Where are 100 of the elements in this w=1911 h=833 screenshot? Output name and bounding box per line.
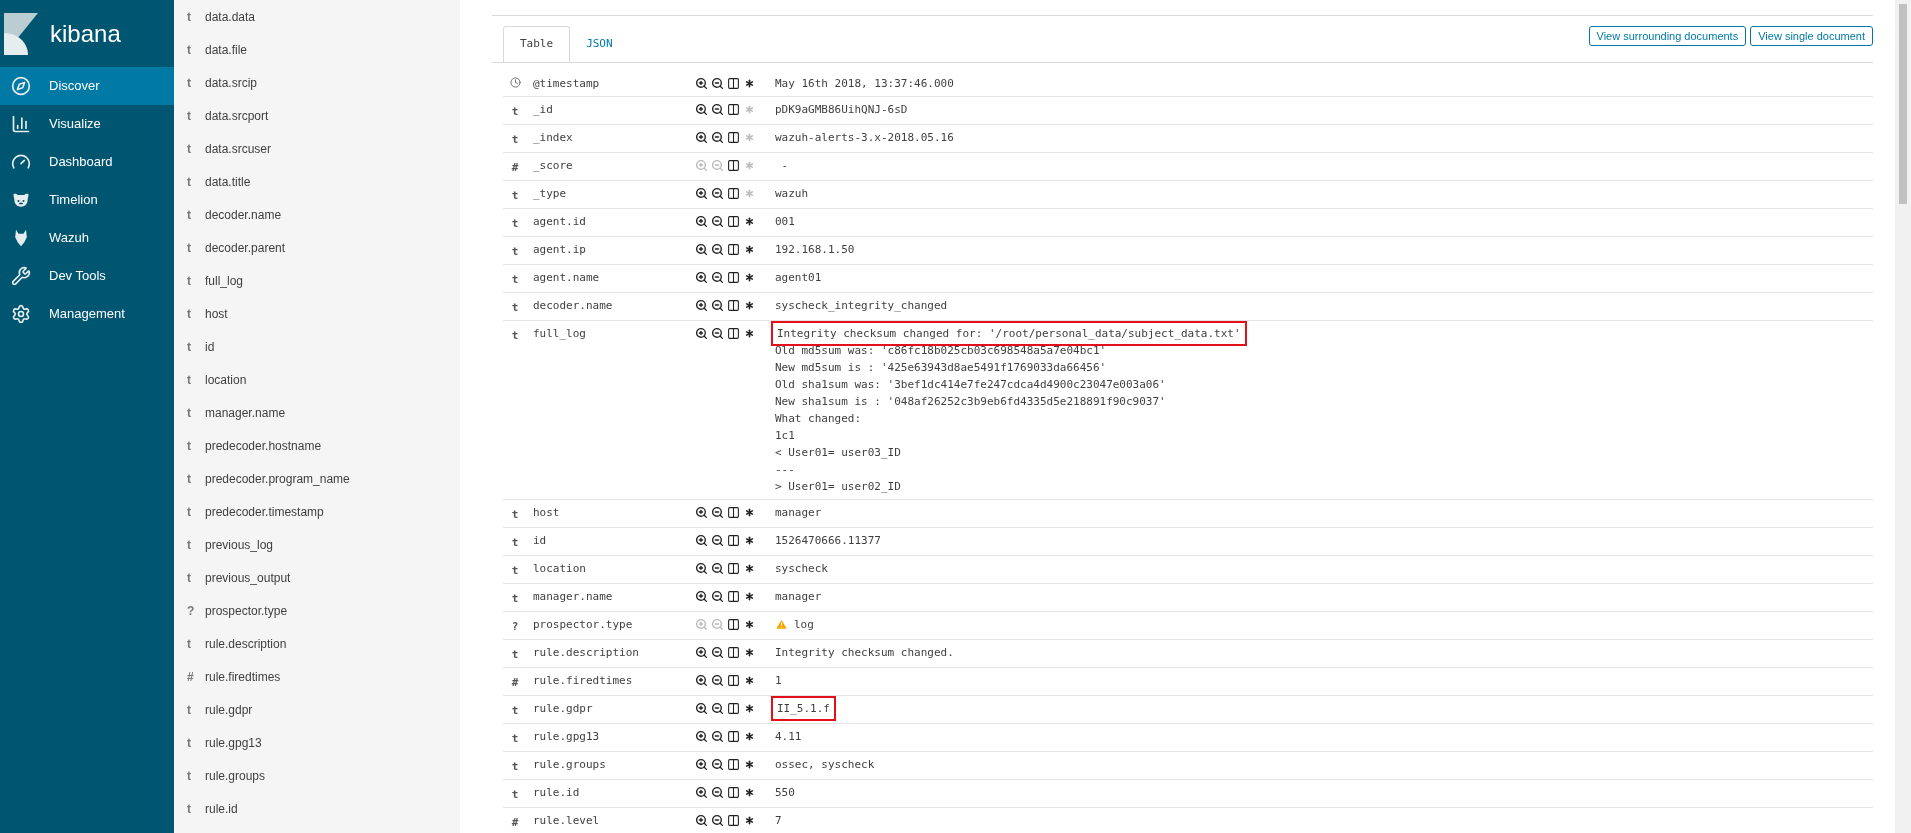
- zoom-in-icon[interactable]: [695, 758, 708, 771]
- field-item[interactable]: t data.srcip: [174, 66, 460, 99]
- asterisk-icon[interactable]: [743, 702, 756, 715]
- zoom-out-icon[interactable]: [711, 187, 724, 200]
- columns-icon[interactable]: [727, 271, 740, 284]
- asterisk-icon[interactable]: [743, 534, 756, 547]
- zoom-out-icon[interactable]: [711, 299, 724, 312]
- zoom-out-icon[interactable]: [711, 327, 724, 340]
- field-item[interactable]: t rule.description: [174, 627, 460, 660]
- columns-icon[interactable]: [727, 159, 740, 172]
- asterisk-icon[interactable]: [743, 215, 756, 228]
- field-item[interactable]: t predecoder.timestamp: [174, 495, 460, 528]
- nav-item[interactable]: Management: [0, 295, 174, 333]
- asterisk-icon[interactable]: [743, 299, 756, 312]
- tab[interactable]: Table: [503, 26, 571, 62]
- field-item[interactable]: t predecoder.hostname: [174, 429, 460, 462]
- columns-icon[interactable]: [727, 103, 740, 116]
- asterisk-icon[interactable]: [743, 506, 756, 519]
- field-item[interactable]: t rule.gpg13: [174, 726, 460, 759]
- zoom-in-icon[interactable]: [695, 786, 708, 799]
- columns-icon[interactable]: [727, 702, 740, 715]
- asterisk-icon[interactable]: [743, 786, 756, 799]
- zoom-in-icon[interactable]: [695, 590, 708, 603]
- columns-icon[interactable]: [727, 131, 740, 144]
- columns-icon[interactable]: [727, 562, 740, 575]
- field-item[interactable]: t full_log: [174, 264, 460, 297]
- columns-icon[interactable]: [727, 674, 740, 687]
- zoom-in-icon[interactable]: [695, 562, 708, 575]
- field-item[interactable]: t data.data: [174, 0, 460, 33]
- field-item[interactable]: ? prospector.type: [174, 594, 460, 627]
- zoom-out-icon[interactable]: [711, 646, 724, 659]
- field-item[interactable]: t data.srcport: [174, 99, 460, 132]
- columns-icon[interactable]: [727, 730, 740, 743]
- zoom-in-icon[interactable]: [695, 506, 708, 519]
- asterisk-icon[interactable]: [743, 758, 756, 771]
- zoom-out-icon[interactable]: [711, 674, 724, 687]
- asterisk-icon[interactable]: [743, 243, 756, 256]
- zoom-out-icon[interactable]: [711, 243, 724, 256]
- columns-icon[interactable]: [727, 814, 740, 827]
- document-action-button[interactable]: View surrounding documents: [1588, 26, 1747, 46]
- field-item[interactable]: t previous_output: [174, 561, 460, 594]
- columns-icon[interactable]: [727, 786, 740, 799]
- asterisk-icon[interactable]: [743, 674, 756, 687]
- columns-icon[interactable]: [727, 758, 740, 771]
- nav-item[interactable]: Timelion: [0, 181, 174, 219]
- columns-icon[interactable]: [727, 187, 740, 200]
- zoom-in-icon[interactable]: [695, 103, 708, 116]
- columns-icon[interactable]: [727, 590, 740, 603]
- columns-icon[interactable]: [727, 215, 740, 228]
- zoom-out-icon[interactable]: [711, 77, 724, 90]
- zoom-out-icon[interactable]: [711, 534, 724, 547]
- columns-icon[interactable]: [727, 243, 740, 256]
- columns-icon[interactable]: [727, 534, 740, 547]
- zoom-in-icon[interactable]: [695, 215, 708, 228]
- zoom-in-icon[interactable]: [695, 327, 708, 340]
- columns-icon[interactable]: [727, 506, 740, 519]
- field-item[interactable]: t data.title: [174, 165, 460, 198]
- zoom-out-icon[interactable]: [711, 562, 724, 575]
- columns-icon[interactable]: [727, 646, 740, 659]
- zoom-out-icon[interactable]: [711, 215, 724, 228]
- zoom-out-icon[interactable]: [711, 702, 724, 715]
- nav-item[interactable]: Discover: [0, 67, 174, 105]
- zoom-out-icon[interactable]: [711, 131, 724, 144]
- zoom-out-icon[interactable]: [711, 506, 724, 519]
- zoom-in-icon[interactable]: [695, 534, 708, 547]
- field-item[interactable]: t rule.gdpr: [174, 693, 460, 726]
- asterisk-icon[interactable]: [743, 562, 756, 575]
- columns-icon[interactable]: [727, 618, 740, 631]
- field-item[interactable]: t data.srcuser: [174, 132, 460, 165]
- zoom-in-icon[interactable]: [695, 271, 708, 284]
- asterisk-icon[interactable]: [743, 646, 756, 659]
- zoom-in-icon[interactable]: [695, 730, 708, 743]
- zoom-out-icon[interactable]: [711, 103, 724, 116]
- nav-item[interactable]: Wazuh: [0, 219, 174, 257]
- columns-icon[interactable]: [727, 327, 740, 340]
- field-item[interactable]: t data.file: [174, 33, 460, 66]
- asterisk-icon[interactable]: [743, 730, 756, 743]
- field-item[interactable]: t predecoder.program_name: [174, 462, 460, 495]
- zoom-out-icon[interactable]: [711, 786, 724, 799]
- field-item[interactable]: t location: [174, 363, 460, 396]
- asterisk-icon[interactable]: [743, 327, 756, 340]
- field-item[interactable]: t decoder.name: [174, 198, 460, 231]
- columns-icon[interactable]: [727, 299, 740, 312]
- zoom-out-icon[interactable]: [711, 758, 724, 771]
- field-item[interactable]: t manager.name: [174, 396, 460, 429]
- field-item[interactable]: t host: [174, 297, 460, 330]
- zoom-in-icon[interactable]: [695, 77, 708, 90]
- zoom-in-icon[interactable]: [695, 702, 708, 715]
- zoom-in-icon[interactable]: [695, 299, 708, 312]
- nav-item[interactable]: Dashboard: [0, 143, 174, 181]
- asterisk-icon[interactable]: [743, 271, 756, 284]
- zoom-out-icon[interactable]: [711, 271, 724, 284]
- zoom-out-icon[interactable]: [711, 590, 724, 603]
- nav-item[interactable]: Visualize: [0, 105, 174, 143]
- zoom-out-icon[interactable]: [711, 730, 724, 743]
- asterisk-icon[interactable]: [743, 77, 756, 90]
- field-item[interactable]: t rule.id: [174, 792, 460, 825]
- zoom-in-icon[interactable]: [695, 674, 708, 687]
- field-item[interactable]: t previous_log: [174, 528, 460, 561]
- columns-icon[interactable]: [727, 77, 740, 90]
